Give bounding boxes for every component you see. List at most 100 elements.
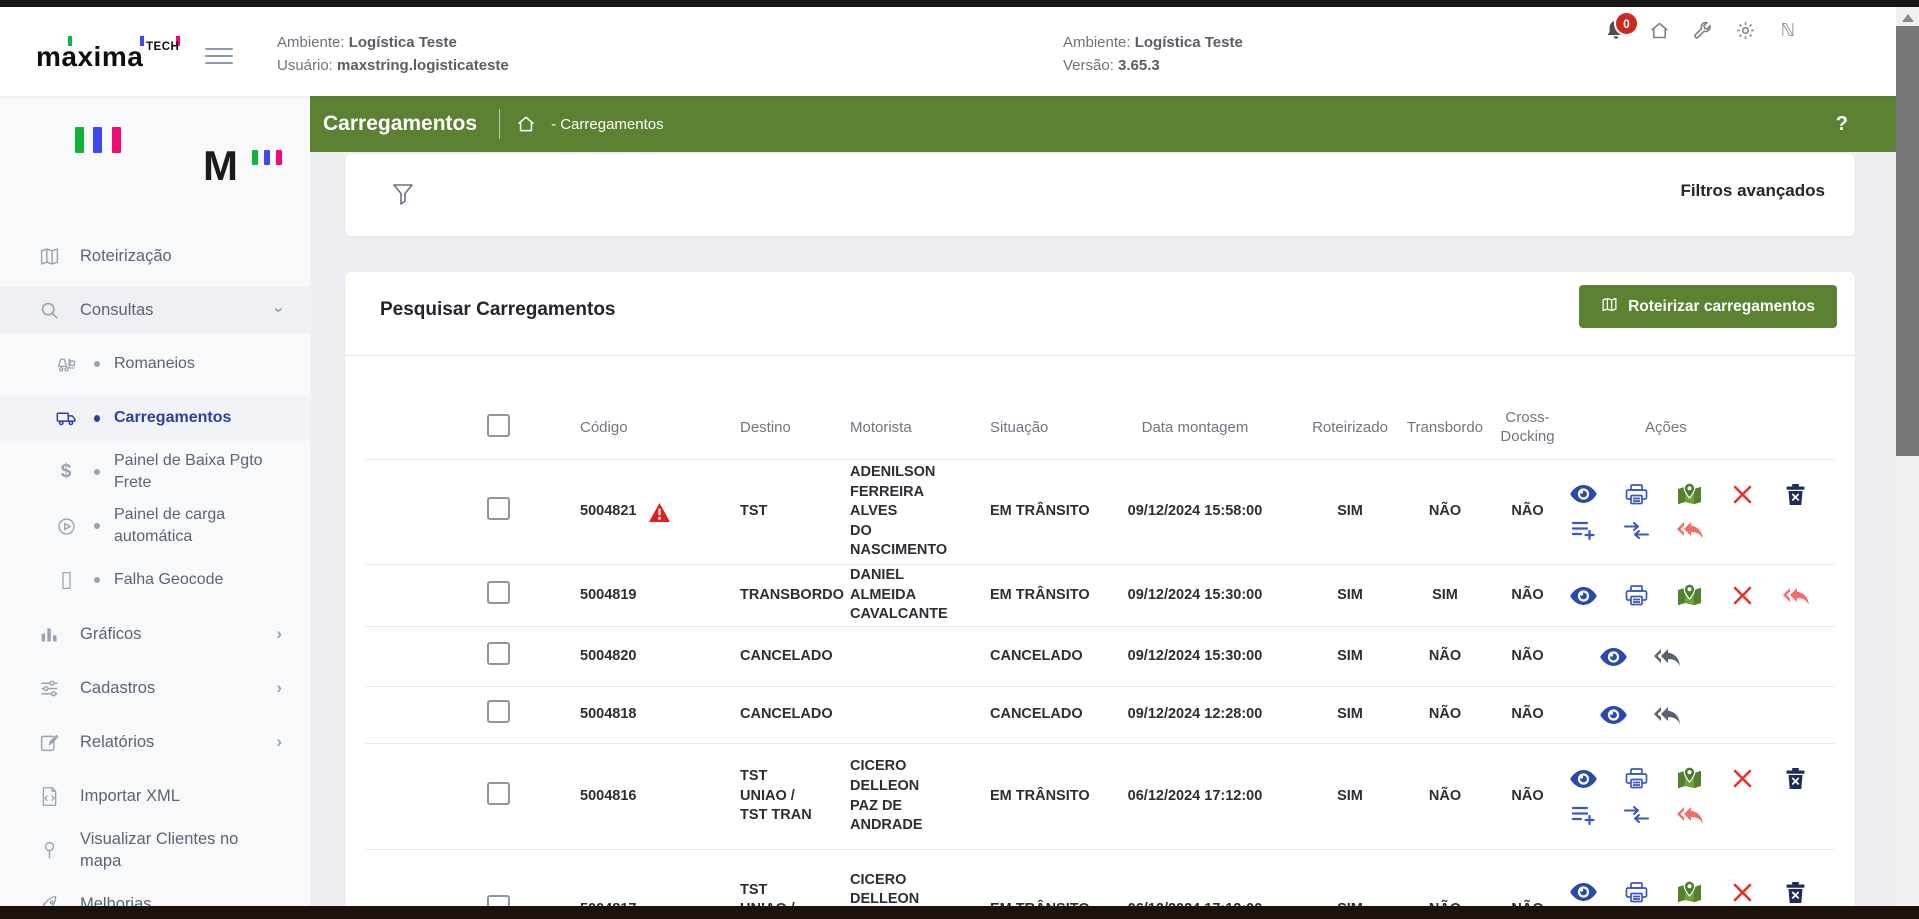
table-cell: TST: [695, 502, 815, 522]
sidebar-item-importar-xml[interactable]: Importar XML: [0, 773, 310, 819]
table-cell: SIM: [1295, 502, 1405, 522]
sidebar-item-label: Consultas: [80, 299, 272, 321]
notifications-bell-icon[interactable]: 0: [1604, 17, 1628, 43]
truck-icon: [55, 407, 77, 429]
sidebar-item-label: Cadastros: [80, 677, 272, 699]
search-icon: [38, 299, 60, 321]
sidebar-item-label: Falha Geocode: [114, 569, 272, 591]
table-cell: EM TRÂNSITO: [970, 502, 1095, 522]
sidebar-item-relatorios[interactable]: Relatórios›: [0, 719, 310, 765]
row-actions: [1570, 767, 1835, 826]
sidebar-logo-bar-green: [75, 127, 84, 153]
revert-red-icon[interactable]: [1676, 803, 1703, 826]
table-cell: EM TRÂNSITO: [970, 586, 1095, 606]
print-icon[interactable]: [1623, 767, 1650, 790]
sidebar-item-falha-geocode[interactable]: Falha Geocode: [0, 557, 310, 603]
route-map-icon[interactable]: [1676, 584, 1703, 607]
row-checkbox[interactable]: [487, 581, 510, 604]
sidebar-item-painel-de-carga-automatica[interactable]: Painel de carga automática: [0, 503, 310, 549]
sidebar-toggle-button[interactable]: [205, 48, 233, 69]
add-note-icon[interactable]: [1570, 803, 1597, 826]
page-header-divider: [499, 109, 500, 139]
revert-red-icon[interactable]: [1676, 519, 1703, 542]
delete-icon[interactable]: [1782, 881, 1809, 904]
route-map-icon[interactable]: [1676, 767, 1703, 790]
sidebar-item-painel-de-baixa-pgto-frete[interactable]: $Painel de Baixa Pgto Frete: [0, 449, 310, 495]
delete-icon[interactable]: [1782, 767, 1809, 790]
view-icon[interactable]: [1600, 704, 1627, 727]
print-icon[interactable]: [1623, 584, 1650, 607]
route-loads-button[interactable]: Roteirizar carregamentos: [1579, 285, 1837, 328]
column-header-roteirizado: Roteirizado: [1295, 419, 1405, 436]
view-icon[interactable]: [1570, 584, 1597, 607]
select-all-checkbox[interactable]: [487, 414, 510, 437]
cancel-icon[interactable]: [1729, 767, 1756, 790]
sidebar-item-consultas[interactable]: Consultas›: [0, 287, 310, 333]
column-header-cross-docking: Cross-Docking: [1485, 409, 1570, 447]
scrollbar-up-arrow-icon[interactable]: [1902, 14, 1914, 22]
table-cell: NÃO: [1485, 705, 1570, 725]
window-scrollbar[interactable]: [1896, 7, 1919, 906]
revert-red-icon[interactable]: [1782, 584, 1809, 607]
help-button[interactable]: ?: [1836, 113, 1848, 136]
route-map-icon[interactable]: [1676, 881, 1703, 904]
delete-icon[interactable]: [1782, 483, 1809, 506]
add-note-icon[interactable]: [1570, 519, 1597, 542]
window-top-strip: [0, 0, 1919, 7]
print-icon[interactable]: [1623, 881, 1650, 904]
versao-value: 3.65.3: [1118, 57, 1160, 74]
home-icon[interactable]: [1647, 17, 1671, 43]
sliders-icon: [38, 677, 60, 699]
filter-funnel-icon[interactable]: [393, 184, 413, 210]
row-checkbox[interactable]: [487, 642, 510, 665]
revert-gray-icon[interactable]: [1653, 704, 1680, 727]
settings-gear-icon[interactable]: [1733, 17, 1757, 43]
sidebar-item-roteirizacao[interactable]: Roteirização: [0, 233, 310, 279]
route-map-icon[interactable]: [1676, 483, 1703, 506]
window-bottom-strip: [0, 906, 1919, 919]
breadcrumb-home-icon[interactable]: [516, 114, 536, 134]
advanced-filters-link[interactable]: Filtros avançados: [1680, 181, 1825, 201]
sidebar-item-cadastros[interactable]: Cadastros›: [0, 665, 310, 711]
merge-icon[interactable]: [1623, 803, 1650, 826]
column-header-data-montagem: Data montagem: [1095, 419, 1295, 436]
sidebar-item-graficos[interactable]: Gráficos›: [0, 611, 310, 657]
dollar-icon: $: [55, 461, 77, 483]
cancel-icon[interactable]: [1729, 584, 1756, 607]
scrollbar-thumb[interactable]: [1896, 26, 1919, 456]
column-header-destino: Destino: [695, 419, 815, 436]
row-actions: [1570, 584, 1835, 607]
sidebar-item-romaneios[interactable]: Romaneios: [0, 341, 310, 387]
row-checkbox[interactable]: [487, 782, 510, 805]
app-n-icon[interactable]: ℕ: [1776, 17, 1800, 43]
cancel-icon[interactable]: [1729, 483, 1756, 506]
table-row: 5004821TSTADENILSON FERREIRA ALVES DO NA…: [365, 460, 1835, 565]
table-cell: NÃO: [1405, 502, 1485, 522]
table-row: 5004818CANCELADOCANCELADO09/12/2024 12:2…: [365, 687, 1835, 744]
row-checkbox[interactable]: [487, 497, 510, 520]
sidebar-item-visualizar-clientes-no-mapa[interactable]: Visualizar Clientes no mapa: [0, 827, 310, 873]
table-cell: TRANSBORDO: [695, 586, 815, 606]
view-icon[interactable]: [1570, 881, 1597, 904]
table-cell: CANCELADO: [970, 705, 1095, 725]
view-icon[interactable]: [1570, 767, 1597, 790]
environment-user-block: Ambiente: Logística Teste Usuário: maxst…: [277, 31, 509, 77]
search-card-header: Pesquisar Carregamentos Roteirizar carre…: [345, 272, 1855, 356]
ambiente2-value: Logística Teste: [1135, 34, 1243, 51]
view-icon[interactable]: [1600, 645, 1627, 668]
sidebar-item-label: Carregamentos: [114, 407, 272, 429]
row-checkbox[interactable]: [487, 700, 510, 723]
merge-icon[interactable]: [1623, 519, 1650, 542]
table-cell: SIM: [1405, 586, 1485, 606]
column-header-acoes: Ações: [1570, 419, 1835, 436]
print-icon[interactable]: [1623, 483, 1650, 506]
sidebar-logo-minibar-green: [252, 150, 258, 165]
tools-wrench-icon[interactable]: [1690, 17, 1714, 43]
warning-icon[interactable]: [649, 503, 670, 522]
chevron-right-icon: ›: [276, 732, 282, 752]
cancel-icon[interactable]: [1729, 881, 1756, 904]
view-icon[interactable]: [1570, 483, 1597, 506]
table-cell: SIM: [1295, 586, 1405, 606]
revert-gray-icon[interactable]: [1653, 645, 1680, 668]
sidebar-item-carregamentos[interactable]: Carregamentos: [0, 395, 310, 441]
